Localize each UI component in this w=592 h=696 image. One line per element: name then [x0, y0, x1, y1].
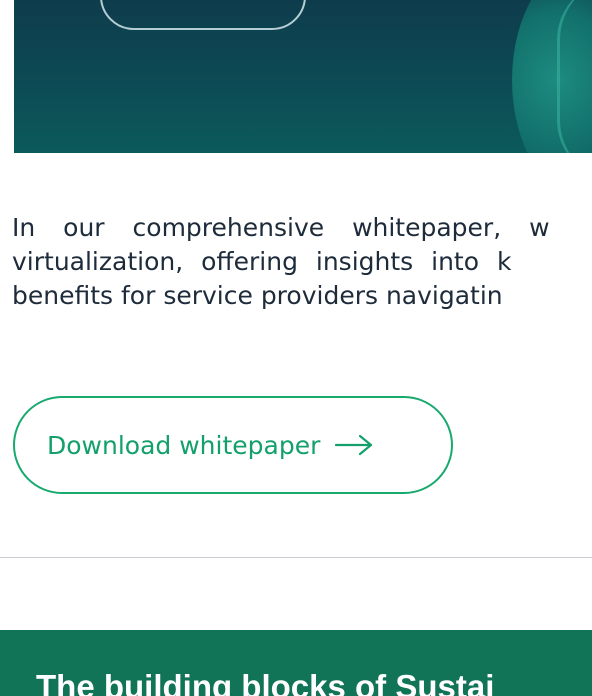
- hero-banner-image: [14, 0, 592, 153]
- download-whitepaper-label: Download whitepaper: [47, 430, 321, 460]
- arrow-right-icon: [335, 434, 373, 456]
- hero-cta-button[interactable]: [100, 0, 306, 30]
- intro-paragraph: In our comprehensive whitepaper, w virtu…: [12, 211, 592, 313]
- download-whitepaper-button[interactable]: Download whitepaper: [13, 396, 453, 494]
- section-title: The building blocks of Sustai: [36, 668, 495, 696]
- section-header-bar: The building blocks of Sustai: [0, 630, 592, 696]
- intro-line-3: benefits for service providers navigatin: [12, 281, 503, 310]
- page: In our comprehensive whitepaper, w virtu…: [0, 0, 592, 696]
- intro-line-1: In our comprehensive whitepaper, w: [12, 213, 550, 242]
- hero-curve-decoration: [557, 0, 592, 153]
- section-divider: [0, 557, 592, 558]
- intro-line-2: virtualization, offering insights into k: [12, 247, 512, 276]
